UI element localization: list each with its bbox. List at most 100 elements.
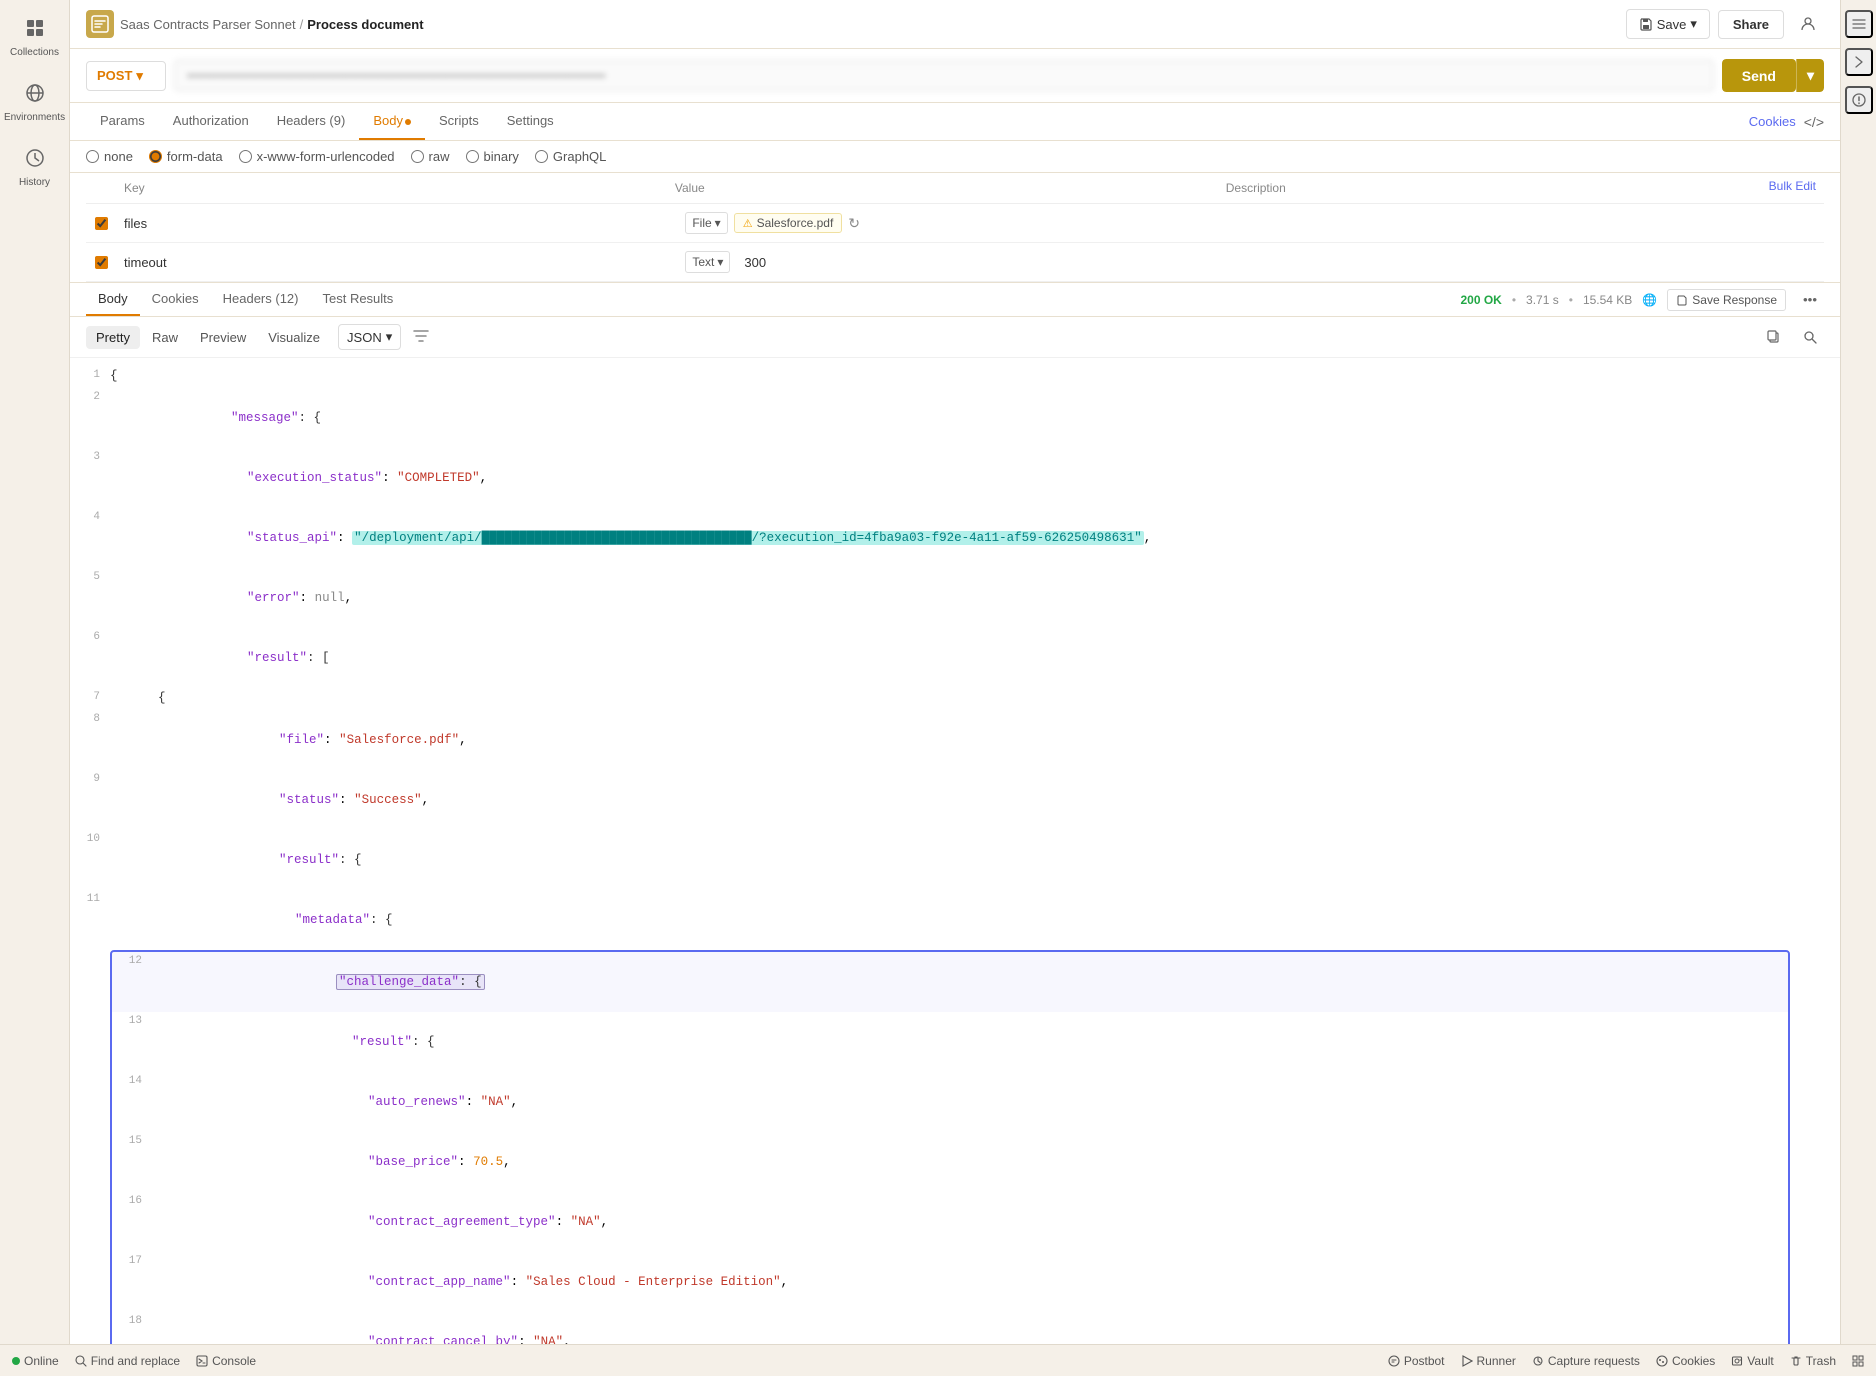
timeout-checkbox[interactable]: [95, 256, 108, 269]
json-line-14: 14 "auto_renews": "NA",: [112, 1072, 1788, 1132]
app-icon: [86, 10, 114, 38]
json-line-7: 7 {: [70, 688, 1840, 710]
json-line-1: 1 {: [70, 366, 1840, 388]
option-binary[interactable]: binary: [466, 149, 519, 164]
share-label: Share: [1733, 17, 1769, 32]
breadcrumb-project[interactable]: Saas Contracts Parser Sonnet: [120, 17, 296, 32]
files-description[interactable]: [1239, 219, 1800, 227]
json-line-16: 16 "contract_agreement_type": "NA",: [112, 1192, 1788, 1252]
json-line-9: 9 "status": "Success",: [70, 770, 1840, 830]
cookies-status-label: Cookies: [1672, 1354, 1715, 1368]
resp-tab-cookies[interactable]: Cookies: [140, 283, 211, 316]
topbar: Saas Contracts Parser Sonnet / Process d…: [70, 0, 1840, 49]
format-select[interactable]: JSON ▾: [338, 324, 401, 350]
main-layout: Collections Environments History: [0, 0, 1876, 1344]
postbot-button[interactable]: Postbot: [1388, 1354, 1445, 1368]
json-viewer[interactable]: 1 { 2 "message": { 3 "execution_status":…: [70, 358, 1840, 1344]
request-bar: POST ▾ Send ▾: [70, 49, 1840, 103]
tab-authorization[interactable]: Authorization: [159, 103, 263, 140]
resp-tab-body[interactable]: Body: [86, 283, 140, 316]
status-bar: Online Find and replace Console Postbot …: [0, 1344, 1876, 1376]
files-type-select[interactable]: File ▾: [685, 212, 727, 234]
refresh-icon[interactable]: ↻: [848, 215, 860, 232]
option-none[interactable]: none: [86, 149, 133, 164]
cookies-status-button[interactable]: Cookies: [1656, 1354, 1715, 1368]
right-strip-icon-2[interactable]: [1845, 48, 1873, 76]
files-key[interactable]: files: [116, 212, 677, 235]
json-line-6: 6 "result": [: [70, 628, 1840, 688]
code-icon[interactable]: </>: [1804, 114, 1824, 130]
breadcrumb-sep: /: [300, 17, 304, 32]
method-select[interactable]: POST ▾: [86, 61, 166, 91]
tab-body[interactable]: Body: [359, 103, 425, 140]
sidebar-item-collections[interactable]: Collections: [5, 10, 65, 67]
view-tab-visualize[interactable]: Visualize: [258, 326, 330, 349]
col-value-label: Value: [667, 179, 1218, 197]
right-strip-icon-3[interactable]: [1845, 86, 1873, 114]
breadcrumb: Saas Contracts Parser Sonnet / Process d…: [120, 17, 424, 32]
sidebar-collections-label: Collections: [10, 47, 59, 59]
timeout-key[interactable]: timeout: [116, 251, 677, 274]
format-chevron: ▾: [386, 329, 393, 345]
sidebar-item-environments[interactable]: Environments: [5, 75, 65, 132]
capture-requests-button[interactable]: Capture requests: [1532, 1354, 1640, 1368]
files-checkbox[interactable]: [95, 217, 108, 230]
view-tab-raw[interactable]: Raw: [142, 326, 188, 349]
view-tab-preview[interactable]: Preview: [190, 326, 256, 349]
send-button[interactable]: Send: [1722, 59, 1796, 92]
timeout-description[interactable]: [1239, 258, 1800, 266]
online-status: Online: [12, 1354, 59, 1368]
json-line-4: 4 "status_api": "/deployment/api/███████…: [70, 508, 1840, 568]
resp-tab-test-results[interactable]: Test Results: [310, 283, 405, 316]
option-urlencoded[interactable]: x-www-form-urlencoded: [239, 149, 395, 164]
search-response-button[interactable]: [1796, 323, 1824, 351]
json-line-17: 17 "contract_app_name": "Sales Cloud - E…: [112, 1252, 1788, 1312]
response-time: 3.71 s: [1526, 293, 1559, 307]
view-tab-pretty[interactable]: Pretty: [86, 326, 140, 349]
tab-scripts[interactable]: Scripts: [425, 103, 493, 140]
highlight-box: 12 "challenge_data": { 13 "result": {: [110, 950, 1790, 1344]
vault-button[interactable]: Vault: [1731, 1354, 1773, 1368]
online-dot: [12, 1357, 20, 1365]
find-replace-button[interactable]: Find and replace: [75, 1354, 180, 1368]
format-value: JSON: [347, 330, 382, 345]
console-button[interactable]: Console: [196, 1354, 256, 1368]
share-button[interactable]: Share: [1718, 10, 1784, 39]
status-ok-badge: 200 OK: [1460, 293, 1501, 307]
status-bar-right: Postbot Runner Capture requests Cookies …: [1388, 1354, 1864, 1368]
copy-response-button[interactable]: [1760, 323, 1788, 351]
sidebar: Collections Environments History: [0, 0, 70, 1344]
send-dropdown-button[interactable]: ▾: [1796, 59, 1824, 92]
method-value: POST: [97, 68, 132, 83]
cookies-link[interactable]: Cookies: [1749, 114, 1796, 129]
trash-button[interactable]: Trash: [1790, 1354, 1836, 1368]
profile-icon-button[interactable]: [1792, 8, 1824, 40]
save-button[interactable]: Save ▾: [1626, 9, 1710, 39]
timeout-value-text[interactable]: 300: [736, 255, 766, 270]
right-strip-icon-1[interactable]: [1845, 10, 1873, 38]
runner-button[interactable]: Runner: [1461, 1354, 1516, 1368]
bulk-edit-button[interactable]: Bulk Edit: [1769, 179, 1824, 197]
form-row-timeout: timeout Text ▾ 300: [86, 243, 1824, 282]
capture-requests-label: Capture requests: [1548, 1354, 1640, 1368]
option-form-data[interactable]: form-data: [149, 149, 223, 164]
resp-tab-headers[interactable]: Headers (12): [211, 283, 311, 316]
option-graphql[interactable]: GraphQL: [535, 149, 606, 164]
response-more-button[interactable]: •••: [1796, 286, 1824, 314]
timeout-type-select[interactable]: Text ▾: [685, 251, 730, 273]
globe-icon: 🌐: [1642, 293, 1657, 307]
topbar-left: Saas Contracts Parser Sonnet / Process d…: [86, 10, 1618, 38]
tab-settings[interactable]: Settings: [493, 103, 568, 140]
save-response-button[interactable]: Save Response: [1667, 289, 1786, 311]
topbar-right: Save ▾ Share: [1626, 8, 1824, 40]
url-input[interactable]: [174, 60, 1714, 91]
filter-icon[interactable]: [409, 325, 433, 350]
sidebar-item-history[interactable]: History: [5, 140, 65, 197]
grid-layout-button[interactable]: [1852, 1355, 1864, 1367]
find-replace-label: Find and replace: [91, 1354, 180, 1368]
tabs-right: Cookies </>: [1749, 114, 1824, 130]
tab-headers[interactable]: Headers (9): [263, 103, 360, 140]
tab-params[interactable]: Params: [86, 103, 159, 140]
option-raw[interactable]: raw: [411, 149, 450, 164]
send-label: Send: [1742, 68, 1776, 84]
